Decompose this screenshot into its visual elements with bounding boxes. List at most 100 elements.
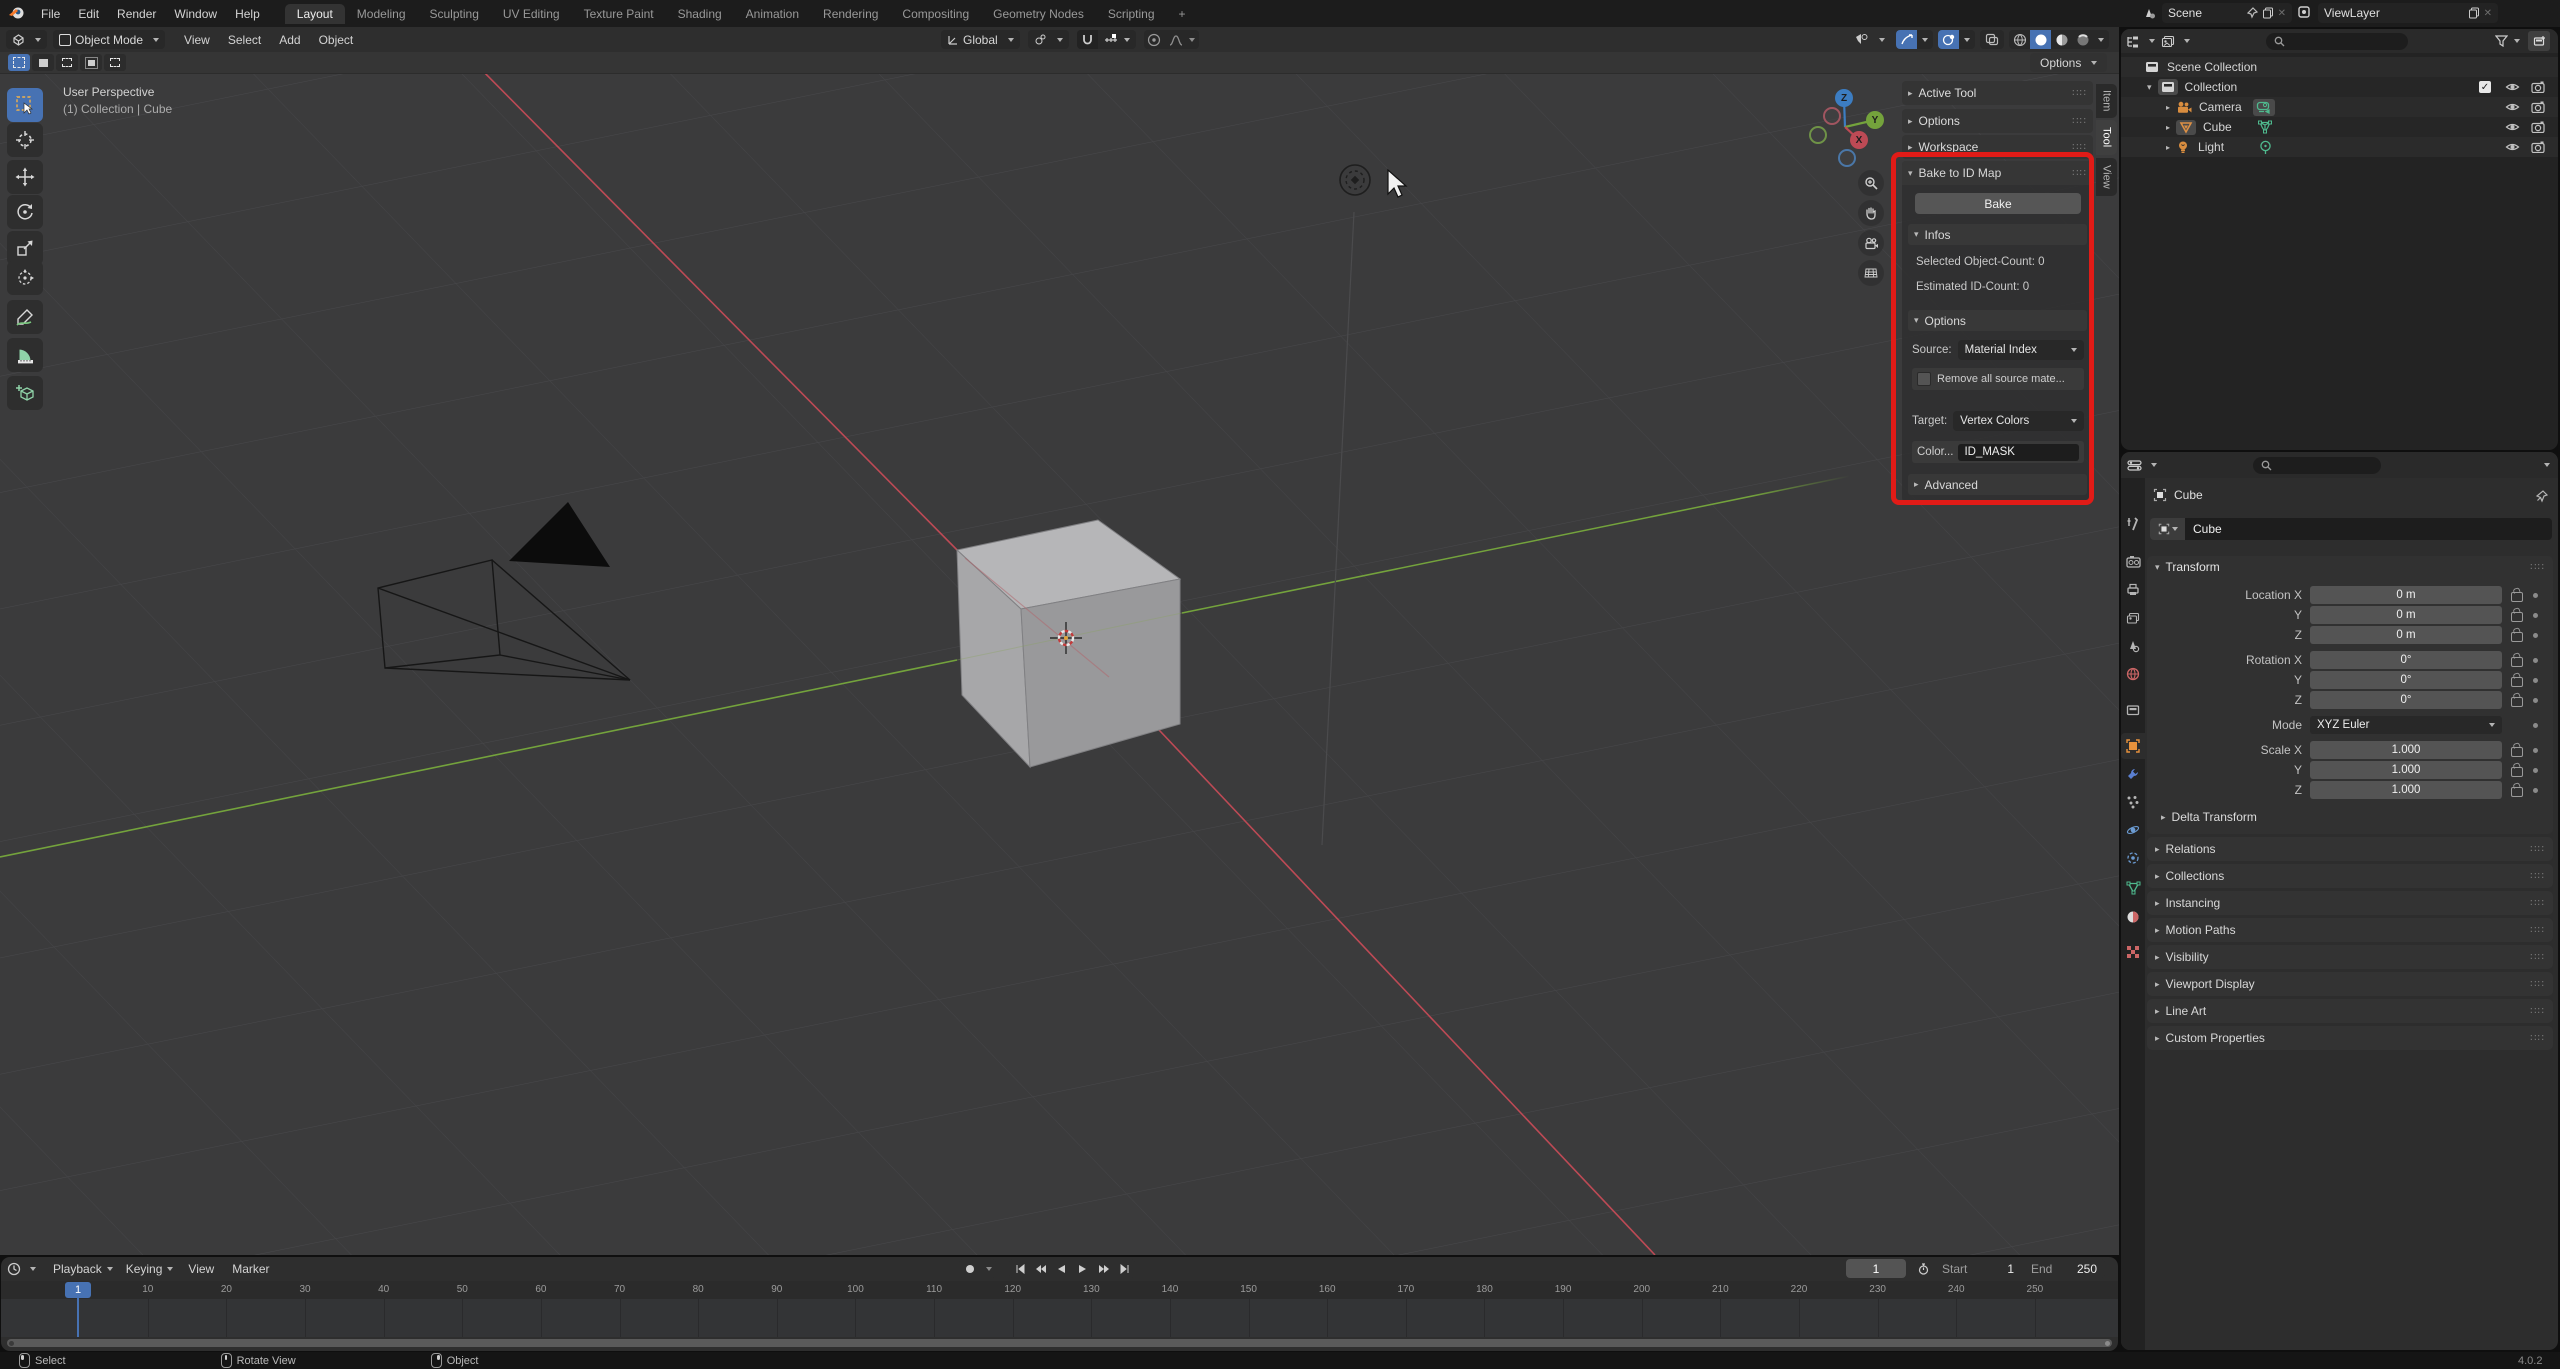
timeline-editor-type-button[interactable] bbox=[7, 1262, 36, 1276]
animate-dot[interactable] bbox=[2533, 698, 2538, 703]
panel-grip[interactable]: ∷∷ bbox=[2530, 979, 2545, 990]
tab-physics[interactable] bbox=[2121, 817, 2145, 843]
sidebar-tab-item[interactable]: Item bbox=[2096, 84, 2117, 118]
tab-object[interactable] bbox=[2121, 733, 2145, 759]
panel-collections[interactable]: ▸ Collections ∷∷ bbox=[2147, 864, 2553, 888]
outliner-row-scene-collection[interactable]: Scene Collection bbox=[2121, 57, 2558, 77]
scene-field[interactable]: Scene ✕ bbox=[2162, 3, 2292, 23]
panel-visibility[interactable]: ▸ Visibility ∷∷ bbox=[2147, 945, 2553, 969]
outliner-row-cube[interactable]: ▸ Cube bbox=[2121, 117, 2558, 137]
properties-search-input[interactable] bbox=[2253, 456, 2381, 474]
tab-world[interactable] bbox=[2121, 661, 2145, 687]
toggle-perspective-button[interactable] bbox=[1858, 260, 1884, 286]
sidebar-tab-view[interactable]: View bbox=[2096, 158, 2117, 196]
gizmo-axis-y[interactable]: Y bbox=[1866, 111, 1884, 129]
animate-dot[interactable] bbox=[2533, 748, 2538, 753]
viewport-menu-select[interactable]: Select bbox=[219, 33, 270, 47]
shading-rendered-button[interactable] bbox=[2072, 30, 2093, 49]
lock-icon[interactable] bbox=[2511, 657, 2523, 667]
panel-grip[interactable]: ∷∷ bbox=[2072, 116, 2087, 127]
rotation-z-field[interactable]: 0° bbox=[2310, 691, 2502, 709]
remove-source-materials-row[interactable]: Remove all source mate... bbox=[1912, 368, 2084, 390]
menu-render[interactable]: Render bbox=[108, 7, 165, 21]
select-mode-set-button[interactable] bbox=[8, 54, 30, 71]
animate-dot[interactable] bbox=[2533, 678, 2538, 683]
hide-eye-icon[interactable] bbox=[2505, 81, 2520, 93]
viewport-canvas[interactable] bbox=[0, 27, 2119, 1255]
add-workspace-button[interactable]: + bbox=[1167, 4, 1198, 24]
expand-icon[interactable]: ▸ bbox=[2166, 103, 2170, 112]
tab-scene[interactable] bbox=[2121, 633, 2145, 659]
shading-dropdown[interactable] bbox=[2093, 30, 2109, 49]
workspace-tab-layout[interactable]: Layout bbox=[284, 3, 345, 24]
panel-grip[interactable]: ∷∷ bbox=[2072, 142, 2087, 153]
frame-start-field[interactable]: Start 1 bbox=[1934, 1259, 2022, 1278]
overlays-toggle[interactable] bbox=[1938, 30, 1959, 49]
gizmo-axis-x-neg[interactable] bbox=[1823, 107, 1841, 125]
view-layer-field[interactable]: ViewLayer ✕ bbox=[2318, 3, 2498, 23]
workspace-tab-sculpting[interactable]: Sculpting bbox=[418, 4, 491, 24]
panel-grip[interactable]: ∷∷ bbox=[2530, 925, 2545, 936]
timeline-scrollbar[interactable] bbox=[7, 1339, 2112, 1347]
panel-grip[interactable]: ∷∷ bbox=[2530, 1033, 2545, 1044]
select-mode-intersect-button[interactable] bbox=[104, 54, 126, 71]
tool-scale[interactable] bbox=[7, 231, 43, 265]
gizmo-axis-y-neg[interactable] bbox=[1809, 126, 1827, 144]
play-reverse-button[interactable] bbox=[1051, 1259, 1072, 1278]
tool-measure[interactable] bbox=[7, 338, 43, 372]
object-id-selector[interactable] bbox=[2150, 518, 2185, 540]
location-z-field[interactable]: 0 m bbox=[2310, 626, 2502, 644]
viewport-3d[interactable]: Object Mode View Select Add Object Globa… bbox=[0, 27, 2119, 1255]
tool-cursor[interactable] bbox=[7, 123, 43, 157]
disable-render-icon[interactable] bbox=[2531, 141, 2545, 153]
workspace-tab-animation[interactable]: Animation bbox=[734, 4, 811, 24]
camera-data-icon-box[interactable] bbox=[2253, 98, 2275, 116]
tab-texture[interactable] bbox=[2121, 939, 2145, 965]
panel-instancing[interactable]: ▸ Instancing ∷∷ bbox=[2147, 891, 2553, 915]
panel-grip[interactable]: ∷∷ bbox=[2530, 898, 2545, 909]
lock-icon[interactable] bbox=[2511, 787, 2523, 797]
lock-icon[interactable] bbox=[2511, 632, 2523, 642]
panel-grip[interactable]: ∷∷ bbox=[2530, 844, 2545, 855]
shading-solid-button[interactable] bbox=[2030, 30, 2051, 49]
overlays-dropdown[interactable] bbox=[1959, 30, 1975, 49]
lock-icon[interactable] bbox=[2511, 677, 2523, 687]
outliner-row-collection[interactable]: ▾ Collection ✓ bbox=[2121, 77, 2558, 97]
tab-collection[interactable] bbox=[2121, 697, 2145, 723]
panel-motion-paths[interactable]: ▸ Motion Paths ∷∷ bbox=[2147, 918, 2553, 942]
outliner-filter-button[interactable] bbox=[2495, 35, 2520, 47]
timeline-menu-playback[interactable]: Playback bbox=[44, 1262, 111, 1276]
lock-icon[interactable] bbox=[2511, 767, 2523, 777]
outliner-row-camera[interactable]: ▸ Camera bbox=[2121, 97, 2558, 117]
target-dropdown[interactable]: Vertex Colors bbox=[1953, 411, 2084, 431]
falloff-dropdown[interactable] bbox=[1165, 30, 1199, 49]
scale-x-field[interactable]: 1.000 bbox=[2310, 741, 2502, 759]
viewport-menu-object[interactable]: Object bbox=[310, 33, 363, 47]
remove-source-materials-checkbox[interactable] bbox=[1917, 372, 1931, 386]
playhead-line[interactable] bbox=[77, 1297, 79, 1337]
animate-dot[interactable] bbox=[2533, 658, 2538, 663]
shading-material-button[interactable] bbox=[2051, 30, 2072, 49]
animate-dot[interactable] bbox=[2533, 768, 2538, 773]
outliner-display-mode-button[interactable] bbox=[2161, 35, 2190, 48]
navigation-gizmo[interactable]: Z Y X bbox=[1800, 87, 1890, 177]
tool-select-box[interactable] bbox=[7, 88, 43, 122]
gizmos-toggle[interactable] bbox=[1896, 30, 1917, 49]
menu-help[interactable]: Help bbox=[226, 7, 269, 21]
menu-window[interactable]: Window bbox=[165, 7, 226, 21]
tab-output[interactable] bbox=[2121, 576, 2145, 602]
select-mode-invert-button[interactable] bbox=[80, 54, 102, 71]
sidebar-tab-tool[interactable]: Tool bbox=[2096, 120, 2117, 155]
viewport-menu-view[interactable]: View bbox=[175, 33, 219, 47]
disable-render-icon[interactable] bbox=[2531, 121, 2545, 133]
disable-render-icon[interactable] bbox=[2531, 81, 2545, 93]
panel-grip[interactable]: ∷∷ bbox=[2530, 871, 2545, 882]
animate-dot[interactable] bbox=[2533, 633, 2538, 638]
rotation-x-field[interactable]: 0° bbox=[2310, 651, 2502, 669]
bake-panel-header[interactable]: ▾ Bake to ID Map ∷∷ bbox=[1902, 161, 2093, 185]
panel-line-art[interactable]: ▸ Line Art ∷∷ bbox=[2147, 999, 2553, 1023]
select-mode-subtract-button[interactable] bbox=[56, 54, 78, 71]
tab-object-data[interactable] bbox=[2121, 875, 2145, 901]
scale-z-field[interactable]: 1.000 bbox=[2310, 781, 2502, 799]
scale-y-field[interactable]: 1.000 bbox=[2310, 761, 2502, 779]
